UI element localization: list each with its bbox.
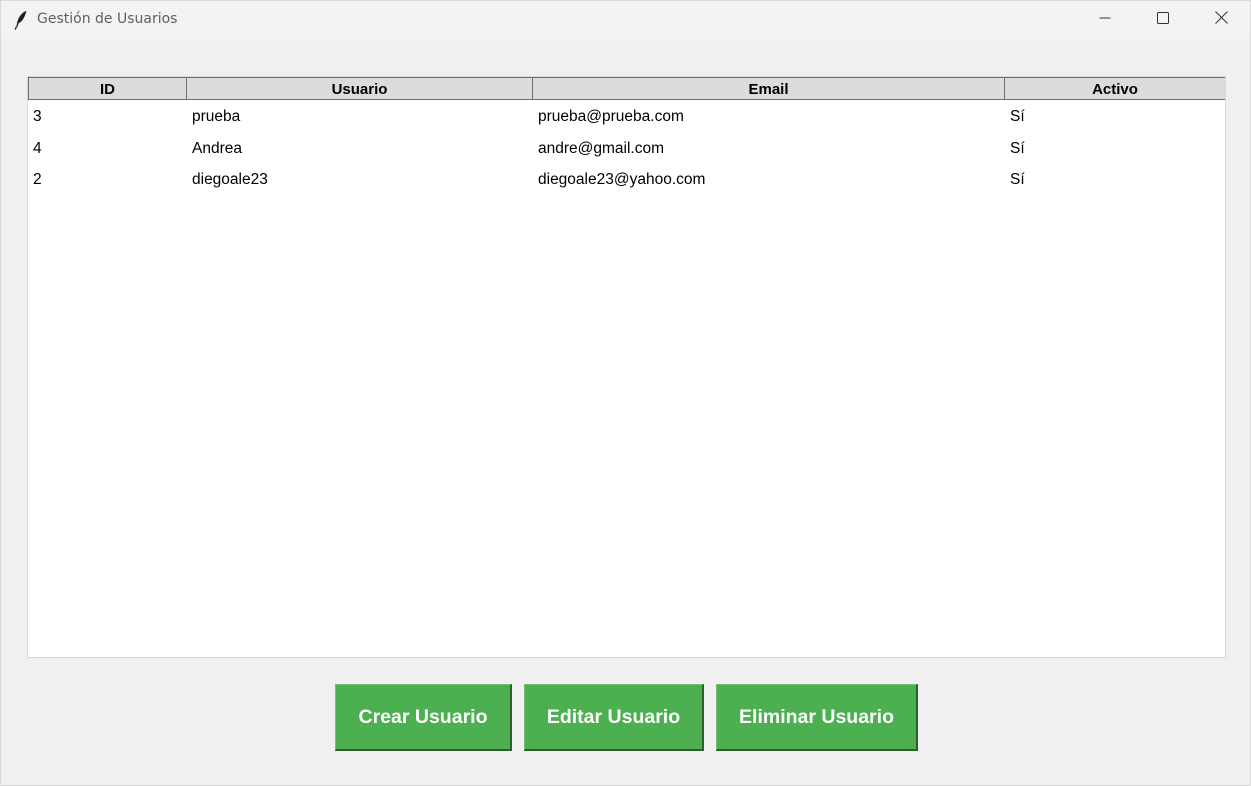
minimize-button[interactable] xyxy=(1076,1,1134,39)
cell-email: andre@gmail.com xyxy=(538,139,665,157)
cell-activo: Sí xyxy=(1010,171,1025,188)
cell-usuario: prueba xyxy=(192,108,241,125)
minimize-icon xyxy=(1099,11,1111,29)
table-row[interactable]: 2 diegoale23 diegoale23@yahoo.com Sí xyxy=(28,164,1225,196)
users-table[interactable]: ID Usuario Email Activo 3 prueba prueba@… xyxy=(27,76,1226,658)
cell-email: diegoale23@yahoo.com xyxy=(538,171,706,188)
column-header-activo[interactable]: Activo xyxy=(1005,77,1225,99)
title-bar[interactable]: Gestión de Usuarios xyxy=(1,1,1250,39)
cell-activo: Sí xyxy=(1010,108,1025,125)
column-header-usuario[interactable]: Usuario xyxy=(187,77,533,99)
close-button[interactable] xyxy=(1192,1,1250,39)
table-body: 3 prueba prueba@prueba.com Sí 4 Andrea a… xyxy=(28,101,1225,196)
feather-icon xyxy=(14,10,28,30)
column-header-id[interactable]: ID xyxy=(28,77,187,99)
table-header: ID Usuario Email Activo xyxy=(28,77,1225,100)
column-header-email[interactable]: Email xyxy=(533,77,1005,99)
editar-usuario-button[interactable]: Editar Usuario xyxy=(524,684,704,751)
cell-usuario: Andrea xyxy=(192,139,242,157)
app-window: Gestión de Usuarios ID Usuario Email Act… xyxy=(0,0,1251,786)
maximize-icon xyxy=(1157,11,1169,29)
cell-activo: Sí xyxy=(1010,139,1025,157)
close-icon xyxy=(1214,11,1228,29)
table-row[interactable]: 3 prueba prueba@prueba.com Sí xyxy=(28,101,1225,133)
eliminar-usuario-button[interactable]: Eliminar Usuario xyxy=(716,684,918,751)
window-title: Gestión de Usuarios xyxy=(37,11,178,27)
maximize-button[interactable] xyxy=(1134,1,1192,39)
cell-id: 3 xyxy=(33,108,42,125)
table-row[interactable]: 4 Andrea andre@gmail.com Sí xyxy=(28,133,1225,165)
cell-email: prueba@prueba.com xyxy=(538,108,684,125)
cell-usuario: diegoale23 xyxy=(192,171,268,188)
cell-id: 4 xyxy=(33,139,42,157)
cell-id: 2 xyxy=(33,171,42,188)
crear-usuario-button[interactable]: Crear Usuario xyxy=(335,684,512,751)
